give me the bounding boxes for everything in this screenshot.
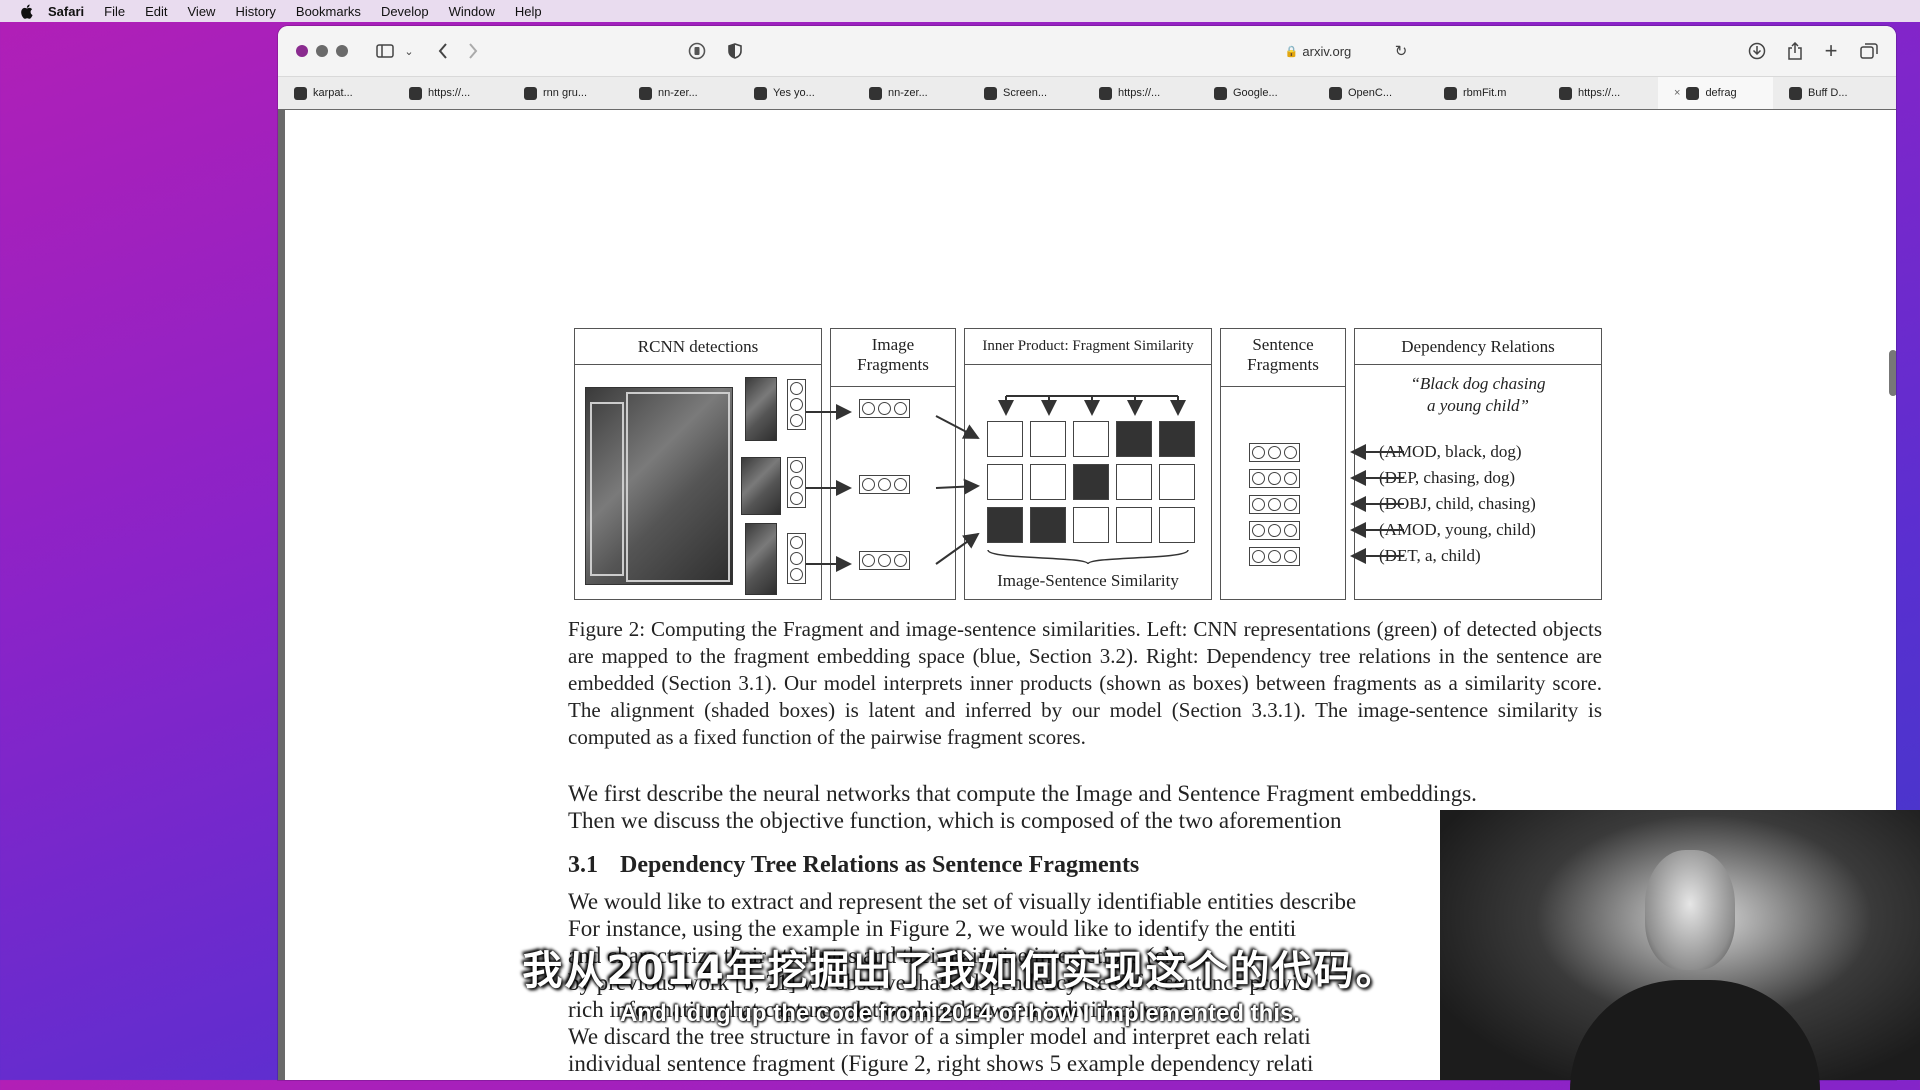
favicon-icon — [1214, 86, 1227, 100]
apple-icon[interactable] — [18, 3, 34, 19]
chevron-down-icon[interactable]: ⌄ — [398, 40, 420, 62]
menu-safari[interactable]: Safari — [48, 4, 84, 19]
favicon-icon — [409, 86, 422, 100]
section-heading: 3.1 Dependency Tree Relations as Sentence… — [568, 852, 1139, 879]
browser-tab[interactable]: rbmFit.m — [1428, 77, 1543, 109]
sidebar-icon[interactable] — [374, 40, 396, 62]
browser-tab[interactable]: https://... — [393, 77, 508, 109]
lock-icon: 🔒 — [1284, 45, 1299, 58]
favicon-icon — [1444, 86, 1457, 100]
favicon-icon — [639, 86, 652, 100]
browser-tab[interactable]: × defrag — [1658, 77, 1773, 109]
section-number: 3.1 — [568, 852, 598, 878]
favicon-icon — [1559, 86, 1572, 100]
favicon-icon — [524, 86, 537, 100]
menu-view[interactable]: View — [188, 4, 216, 19]
browser-tab[interactable]: nn-zer... — [623, 77, 738, 109]
tab-label: Google... — [1233, 87, 1278, 99]
tab-label: nn-zer... — [658, 87, 698, 99]
zoom-window-button[interactable] — [336, 45, 348, 57]
subtitle-chinese: 我从2014年挖掘出了我如何实现这个的代码。 — [522, 948, 1398, 994]
favicon-icon — [1686, 86, 1700, 100]
browser-toolbar: ⌄ 🔒 arxiv.org ↻ + — [278, 26, 1896, 76]
close-tab-icon[interactable]: × — [1674, 87, 1680, 99]
tab-label: rbmFit.m — [1463, 87, 1507, 99]
address-bar[interactable]: 🔒 arxiv.org — [938, 38, 1698, 64]
minimize-window-button[interactable] — [316, 45, 328, 57]
favicon-icon — [1789, 86, 1802, 100]
shield-icon[interactable] — [724, 40, 746, 62]
browser-tab[interactable]: Google... — [1198, 77, 1313, 109]
tab-label: Screen... — [1003, 87, 1048, 99]
section-title-text: Dependency Tree Relations as Sentence Fr… — [620, 852, 1140, 878]
favicon-icon — [1099, 86, 1112, 100]
tab-label: Yes yo... — [773, 87, 815, 99]
tab-label: karpat... — [313, 87, 353, 99]
browser-tab[interactable]: Yes yo... — [738, 77, 853, 109]
browser-tab[interactable]: Screen... — [968, 77, 1083, 109]
tab-label: Buff D... — [1808, 87, 1848, 99]
close-window-button[interactable] — [296, 45, 308, 57]
favicon-icon — [984, 86, 997, 100]
share-icon[interactable] — [1784, 40, 1806, 62]
tab-label: https://... — [1578, 87, 1621, 99]
figure-2: RCNN detections Image Fragments Inner Pr… — [574, 328, 1602, 600]
browser-tab[interactable]: OpenC... — [1313, 77, 1428, 109]
privacy-report-icon[interactable] — [686, 40, 708, 62]
menu-develop[interactable]: Develop — [381, 4, 429, 19]
tab-label: rnn gru... — [543, 87, 588, 99]
browser-tab[interactable]: karpat... — [278, 77, 393, 109]
menu-bookmarks[interactable]: Bookmarks — [296, 4, 361, 19]
window-controls — [296, 45, 348, 57]
figure-caption: Figure 2: Computing the Fragment and ima… — [568, 617, 1602, 749]
favicon-icon — [754, 86, 767, 100]
subtitle-english: And I dug up the code from 2014 of how I… — [619, 1000, 1301, 1027]
favicon-icon — [1329, 86, 1342, 100]
menu-window[interactable]: Window — [449, 4, 495, 19]
browser-tab[interactable]: https://... — [1543, 77, 1658, 109]
tab-label: https://... — [1118, 87, 1161, 99]
url-text: arxiv.org — [1302, 43, 1352, 59]
menu-edit[interactable]: Edit — [145, 4, 167, 19]
browser-tab[interactable]: nn-zer... — [853, 77, 968, 109]
new-tab-icon[interactable]: + — [1820, 38, 1842, 63]
download-icon[interactable] — [1746, 40, 1768, 62]
reload-icon[interactable]: ↻ — [1390, 40, 1412, 62]
menu-help[interactable]: Help — [515, 4, 542, 19]
favicon-icon — [869, 86, 882, 100]
browser-tab[interactable]: Buff D... — [1773, 77, 1888, 109]
tab-bar: karpat... https://... rnn gru... nn-zer... Y… — [278, 76, 1896, 111]
menu-history[interactable]: History — [235, 4, 275, 19]
forward-icon[interactable] — [462, 40, 484, 62]
tab-label: defrag — [1705, 87, 1737, 99]
presenter-body — [1570, 980, 1820, 1090]
tab-label: https://... — [428, 87, 471, 99]
tab-label: nn-zer... — [888, 87, 928, 99]
figure-arrows — [806, 395, 1404, 572]
scrollbar-thumb[interactable] — [1889, 350, 1896, 396]
menu-bar: Safari File Edit View History Bookmarks … — [0, 0, 1920, 22]
menu-file[interactable]: File — [104, 4, 125, 19]
browser-tab[interactable]: https://... — [1083, 77, 1198, 109]
text-line: We first describe the neural networks th… — [568, 781, 1477, 806]
tab-overview-icon[interactable] — [1858, 40, 1880, 62]
browser-tab[interactable]: rnn gru... — [508, 77, 623, 109]
favicon-icon — [294, 86, 307, 100]
back-icon[interactable] — [432, 40, 454, 62]
tab-label: OpenC... — [1348, 87, 1393, 99]
